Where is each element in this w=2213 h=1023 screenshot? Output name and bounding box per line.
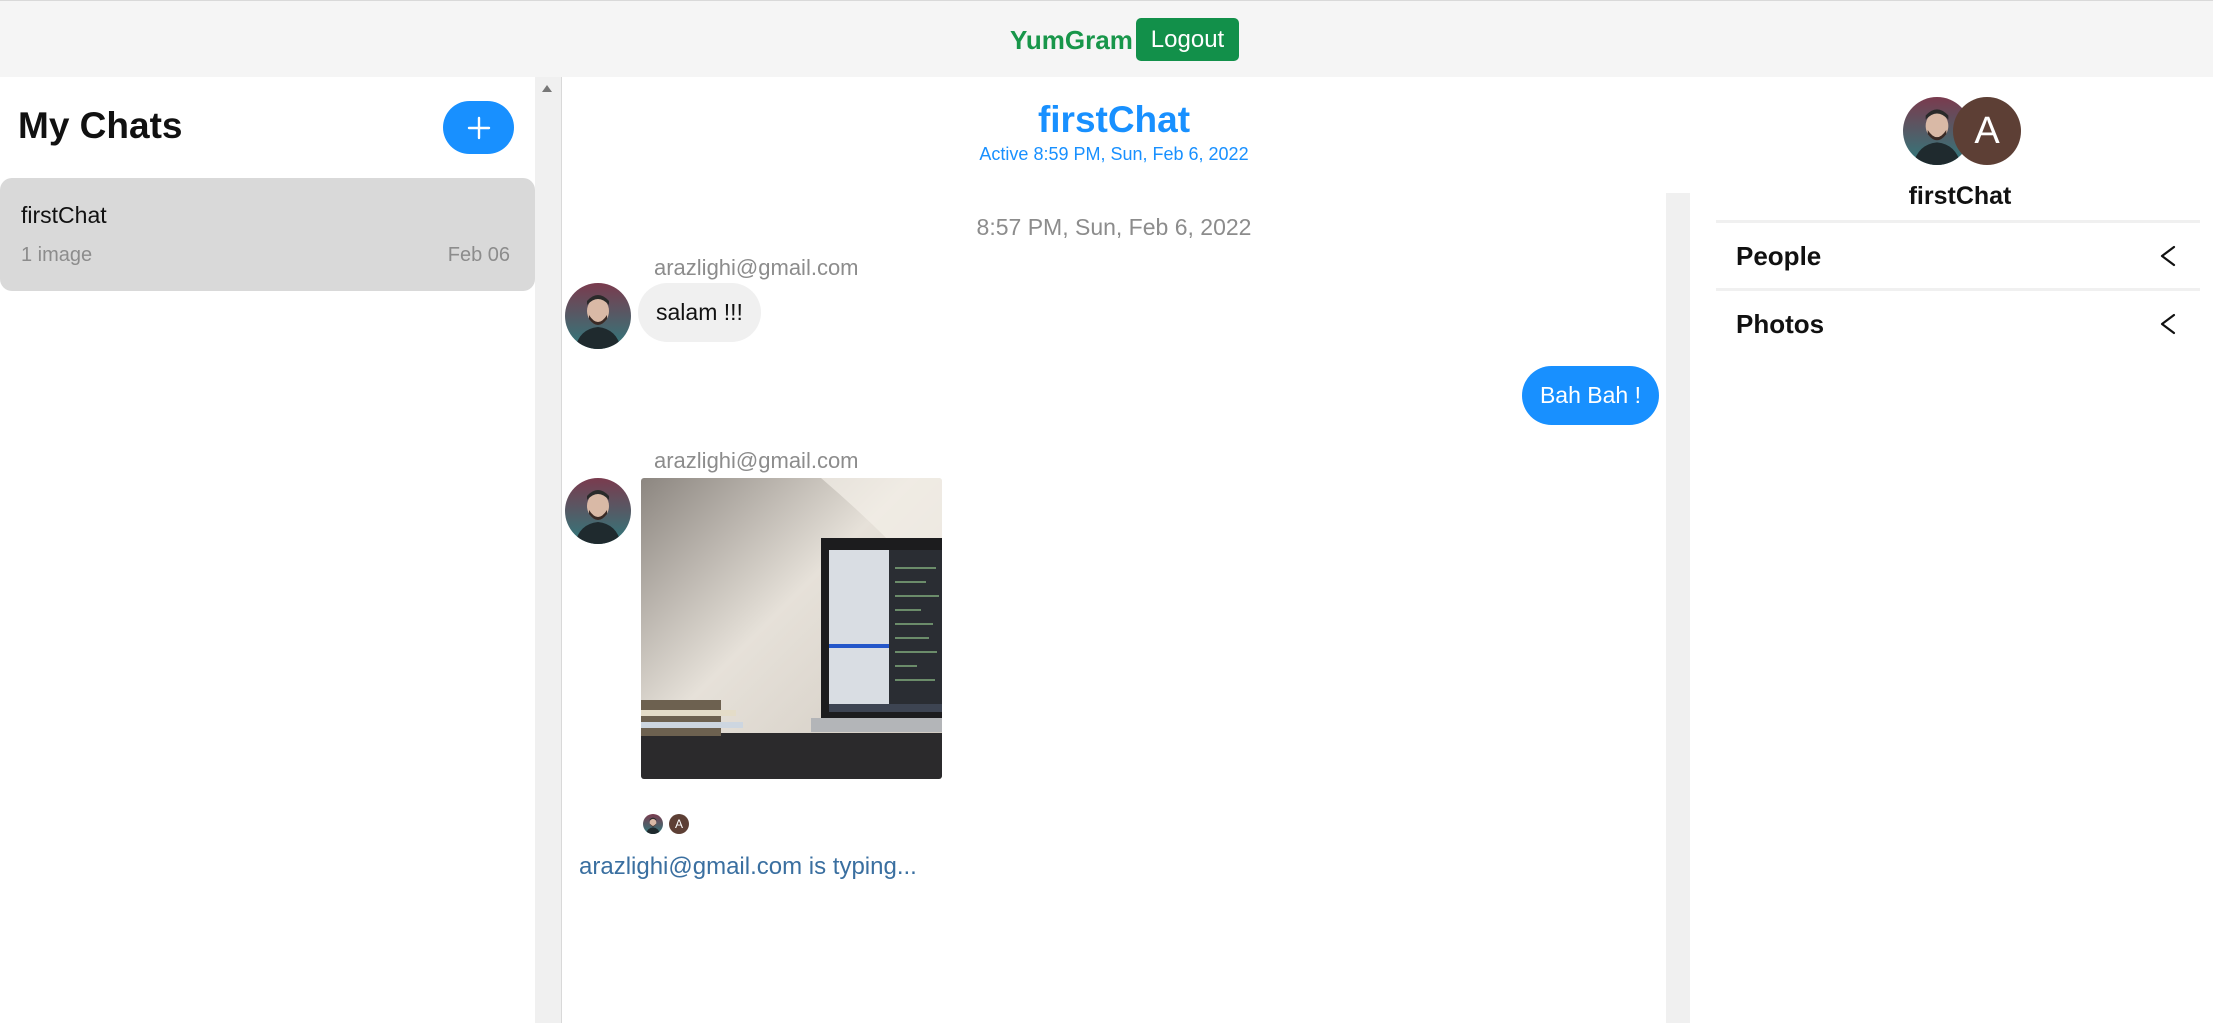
- people-section-label: People: [1736, 241, 1822, 271]
- top-bar: YumGram Logout: [0, 0, 2213, 77]
- message-sender: arazlighi@gmail.com: [654, 255, 859, 280]
- read-receipt-avatar: [643, 814, 663, 834]
- sender-avatar: [565, 478, 631, 544]
- plus-icon: [467, 116, 490, 139]
- chat-active-status: Active 8:59 PM, Sun, Feb 6, 2022: [979, 144, 1249, 164]
- chevron-left-icon[interactable]: [2158, 245, 2178, 267]
- new-chat-button[interactable]: [443, 101, 514, 154]
- logout-button[interactable]: Logout: [1136, 18, 1239, 61]
- message-image[interactable]: [641, 478, 942, 779]
- brand-logo[interactable]: YumGram: [1010, 25, 1133, 56]
- member-avatar-initial: A: [1953, 97, 2021, 165]
- chat-feed-scrollbar[interactable]: [1666, 77, 1690, 1023]
- read-receipt-avatar: A: [669, 814, 689, 834]
- message-sender: arazlighi@gmail.com: [654, 448, 859, 473]
- chat-list-item-date: Feb 06: [447, 244, 510, 266]
- chat-list-item-title: firstChat: [21, 202, 107, 228]
- chat-list-title: My Chats: [18, 105, 183, 146]
- message-bubble-own: Bah Bah !: [1521, 366, 1659, 425]
- chat-details-title: firstChat: [1908, 182, 2012, 210]
- chat-title: firstChat: [1037, 99, 1191, 140]
- chat-list-item-preview: 1 image: [21, 244, 93, 266]
- sender-avatar: [565, 283, 631, 349]
- message-timestamp: 8:57 PM, Sun, Feb 6, 2022: [976, 214, 1252, 240]
- photos-section[interactable]: Photos: [1716, 288, 2200, 355]
- chat-list-panel: My Chats firstChat 1 image Feb 06: [0, 77, 535, 1023]
- photos-section-label: Photos: [1736, 309, 1825, 339]
- chevron-left-icon[interactable]: [2158, 313, 2178, 335]
- scroll-up-arrow-icon[interactable]: [542, 85, 552, 92]
- people-section[interactable]: People: [1716, 220, 2200, 287]
- scrollbar-thumb[interactable]: [1666, 77, 1690, 193]
- chat-details-panel: A firstChat People Photos: [1690, 77, 2213, 1023]
- message-bubble: salam !!!: [638, 283, 761, 342]
- chat-list-item[interactable]: firstChat 1 image Feb 06: [0, 178, 535, 291]
- typing-indicator: arazlighi@gmail.com is typing...: [579, 853, 917, 880]
- chat-feed-panel: firstChat Active 8:59 PM, Sun, Feb 6, 20…: [561, 77, 1690, 1023]
- chat-list-scrollbar[interactable]: [535, 77, 561, 1023]
